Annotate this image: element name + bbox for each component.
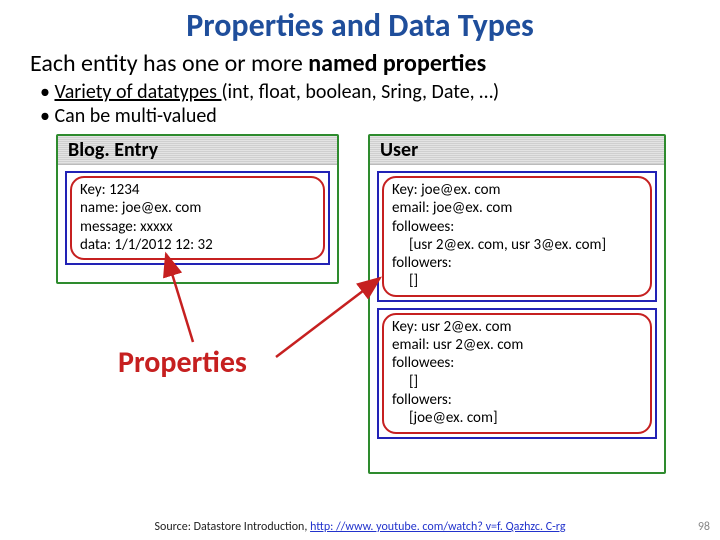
record-user1: Key: joe@ex. com email: joe@ex. com foll… bbox=[382, 176, 652, 297]
slide-subtitle: Each entity has one or more named proper… bbox=[0, 45, 720, 80]
record-line: followees: bbox=[392, 218, 642, 236]
footer-text: Source: Datastore Introduction, bbox=[155, 520, 311, 534]
record-line: Key: joe@ex. com bbox=[392, 181, 642, 199]
record-line: followers: bbox=[392, 391, 642, 409]
entity-user: User Key: joe@ex. com email: joe@ex. com… bbox=[368, 134, 666, 474]
subtitle-text: Each entity has one or more bbox=[30, 49, 308, 78]
footer-link[interactable]: http: //www. youtube. com/watch? v=f. Qa… bbox=[310, 520, 565, 534]
record-line: followers: bbox=[392, 254, 642, 272]
bullet-item: Can be multi-valued bbox=[40, 104, 690, 128]
properties-label: Properties bbox=[118, 344, 247, 381]
page-number: 98 bbox=[698, 520, 710, 534]
record-user2: Key: usr 2@ex. com email: usr 2@ex. com … bbox=[382, 313, 652, 434]
bullet-rest: (int, float, boolean, Sring, Date, …) bbox=[221, 80, 499, 104]
record-blog: Key: 1234 name: joe@ex. com message: xxx… bbox=[70, 176, 325, 260]
bullet-item: Variety of datatypes (int, float, boolea… bbox=[40, 80, 690, 104]
slide-title: Properties and Data Types bbox=[0, 0, 720, 45]
record-line: [] bbox=[392, 272, 642, 290]
diagram-area: Blog. Entry Key: 1234 name: joe@ex. com … bbox=[28, 134, 692, 494]
record-line: [joe@ex. com] bbox=[392, 409, 642, 427]
bullet-list: Variety of datatypes (int, float, boolea… bbox=[0, 80, 720, 134]
entity-header-user: User bbox=[370, 136, 664, 165]
footer-source: Source: Datastore Introduction, http: //… bbox=[0, 520, 720, 534]
subtitle-bold: named properties bbox=[308, 49, 486, 78]
record-outer: Key: 1234 name: joe@ex. com message: xxx… bbox=[65, 171, 330, 265]
record-outer: Key: usr 2@ex. com email: usr 2@ex. com … bbox=[377, 308, 657, 439]
entity-header-blog: Blog. Entry bbox=[58, 136, 337, 165]
entity-blog: Blog. Entry Key: 1234 name: joe@ex. com … bbox=[56, 134, 339, 284]
record-line: name: joe@ex. com bbox=[80, 199, 315, 217]
record-outer: Key: joe@ex. com email: joe@ex. com foll… bbox=[377, 171, 657, 302]
record-line: [] bbox=[392, 373, 642, 391]
record-line: email: joe@ex. com bbox=[392, 199, 642, 217]
record-line: Key: 1234 bbox=[80, 181, 315, 199]
record-line: message: xxxxx bbox=[80, 218, 315, 236]
record-line: data: 1/1/2012 12: 32 bbox=[80, 236, 315, 254]
record-line: Key: usr 2@ex. com bbox=[392, 318, 642, 336]
record-line: [usr 2@ex. com, usr 3@ex. com] bbox=[392, 236, 642, 254]
bullet-underline: Variety of datatypes bbox=[54, 80, 221, 104]
record-line: followees: bbox=[392, 354, 642, 372]
record-line: email: usr 2@ex. com bbox=[392, 336, 642, 354]
